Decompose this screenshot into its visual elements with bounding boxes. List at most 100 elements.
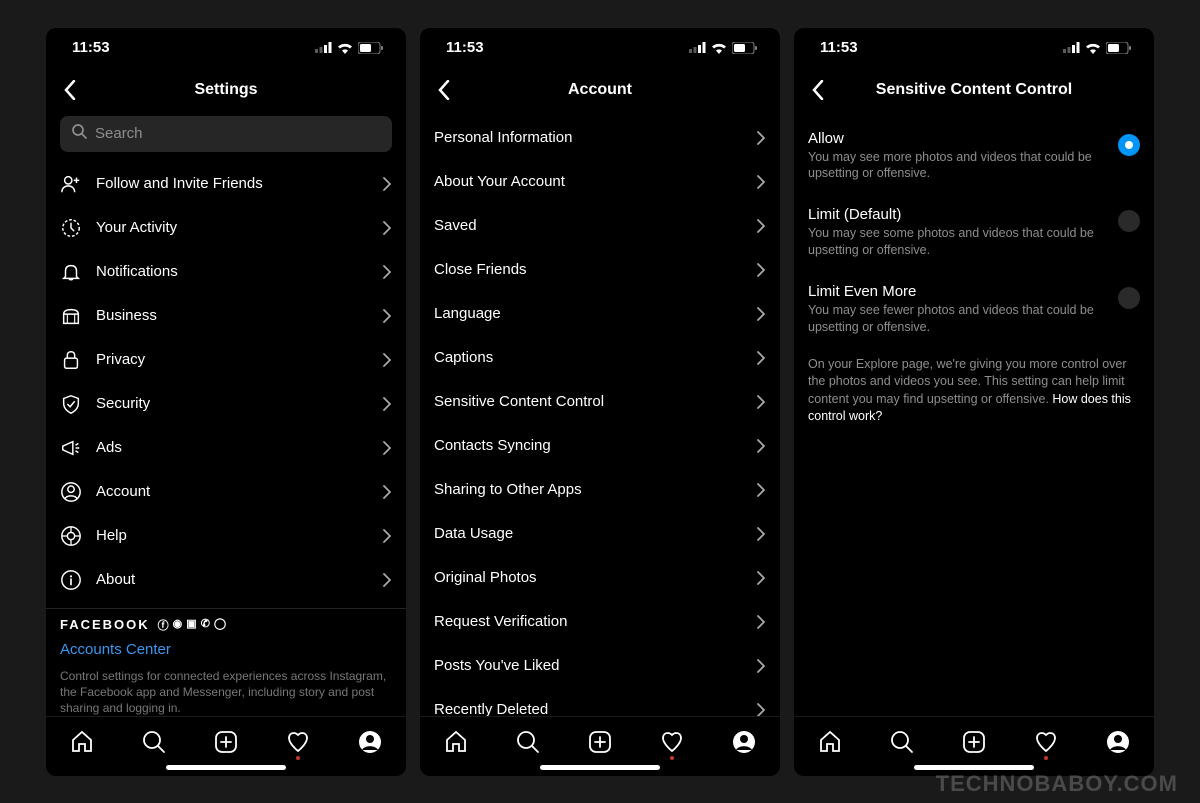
nav-profile[interactable]	[730, 728, 758, 756]
home-indicator[interactable]	[166, 765, 286, 770]
nav-create[interactable]	[586, 728, 614, 756]
option-row[interactable]: Limit Even MoreYou may see fewer photos …	[808, 273, 1140, 350]
account-row[interactable]: About Your Account	[434, 160, 766, 204]
search-field[interactable]	[95, 125, 380, 142]
nav-search[interactable]	[888, 728, 916, 756]
row-label: Your Activity	[96, 219, 368, 236]
settings-row-person[interactable]: Account	[60, 470, 392, 514]
account-row[interactable]: Posts You've Liked	[434, 644, 766, 688]
accounts-center-link[interactable]: Accounts Center	[60, 641, 392, 658]
account-row[interactable]: Language	[434, 292, 766, 336]
radio-button[interactable]	[1118, 134, 1140, 156]
divider	[46, 608, 406, 609]
status-time: 11:53	[446, 39, 484, 56]
settings-row-lock[interactable]: Privacy	[60, 338, 392, 382]
option-row[interactable]: Allow You may see more photos and videos …	[808, 120, 1140, 197]
back-button[interactable]	[58, 78, 82, 102]
account-row[interactable]: Saved	[434, 204, 766, 248]
account-row[interactable]: Close Friends	[434, 248, 766, 292]
facebook-brand-text: FACEBOOK	[60, 617, 150, 632]
chevron-right-icon	[756, 397, 766, 407]
option-desc: You may see more photos and videos that …	[808, 149, 1104, 183]
page-title: Account	[568, 81, 632, 99]
lock-icon	[60, 349, 82, 371]
account-row[interactable]: Request Verification	[434, 600, 766, 644]
sensitive-content: Allow You may see more photos and videos …	[794, 112, 1154, 716]
nav-home[interactable]	[442, 728, 470, 756]
nav-profile[interactable]	[356, 728, 384, 756]
option-row[interactable]: Limit (Default) You may see some photos a…	[808, 196, 1140, 273]
settings-row-megaphone[interactable]: Ads	[60, 426, 392, 470]
chevron-right-icon	[756, 221, 766, 231]
settings-row-info[interactable]: About	[60, 558, 392, 602]
account-row[interactable]: Original Photos	[434, 556, 766, 600]
option-title: Limit (Default)	[808, 206, 1104, 223]
battery-icon	[732, 42, 758, 54]
row-label: Data Usage	[434, 525, 742, 542]
instagram-icon: ▣	[186, 617, 196, 633]
nav-create[interactable]	[960, 728, 988, 756]
settings-row-help[interactable]: Help	[60, 514, 392, 558]
back-button[interactable]	[432, 78, 456, 102]
radio-button[interactable]	[1118, 210, 1140, 232]
search-input[interactable]	[60, 116, 392, 152]
nav-activity[interactable]	[284, 728, 312, 756]
header: Settings	[46, 68, 406, 112]
nav-home[interactable]	[68, 728, 96, 756]
person-icon	[60, 481, 82, 503]
status-bar: 11:53	[794, 28, 1154, 68]
chevron-right-icon	[756, 177, 766, 187]
nav-create[interactable]	[212, 728, 240, 756]
row-label: Saved	[434, 217, 742, 234]
radio-button[interactable]	[1118, 287, 1140, 309]
settings-row-business[interactable]: Business	[60, 294, 392, 338]
settings-row-activity[interactable]: Your Activity	[60, 206, 392, 250]
account-content: Personal InformationAbout Your Account Sa…	[420, 112, 780, 716]
back-button[interactable]	[806, 78, 830, 102]
activity-badge	[670, 756, 674, 760]
account-row[interactable]: Sharing to Other Apps	[434, 468, 766, 512]
home-indicator[interactable]	[914, 765, 1034, 770]
status-icons	[689, 42, 758, 54]
nav-activity[interactable]	[1032, 728, 1060, 756]
row-label: Close Friends	[434, 261, 742, 278]
info-icon	[60, 569, 82, 591]
row-label: Sharing to Other Apps	[434, 481, 742, 498]
option-desc: You may see fewer photos and videos that…	[808, 302, 1104, 336]
nav-home[interactable]	[816, 728, 844, 756]
settings-row-bell[interactable]: Notifications	[60, 250, 392, 294]
account-row[interactable]: Contacts Syncing	[434, 424, 766, 468]
facebook-brand-icons: ⓕ ◉ ▣ ✆ ◯	[158, 617, 227, 633]
row-label: Security	[96, 395, 368, 412]
wifi-icon	[711, 42, 727, 54]
nav-search[interactable]	[140, 728, 168, 756]
nav-search[interactable]	[514, 728, 542, 756]
row-label: Follow and Invite Friends	[96, 175, 368, 192]
status-bar: 11:53	[46, 28, 406, 68]
bell-icon	[60, 261, 82, 283]
account-row[interactable]: Sensitive Content Control	[434, 380, 766, 424]
phone-sensitive-content: 11:53 Sensitive Content Control Allow You…	[794, 28, 1154, 776]
nav-activity[interactable]	[658, 728, 686, 756]
settings-row-shield[interactable]: Security	[60, 382, 392, 426]
activity-icon	[60, 217, 82, 239]
follow-icon	[60, 173, 82, 195]
signal-icon	[315, 42, 332, 53]
status-time: 11:53	[820, 39, 858, 56]
row-label: Posts You've Liked	[434, 657, 742, 674]
activity-badge	[296, 756, 300, 760]
page-title: Sensitive Content Control	[876, 81, 1072, 99]
facebook-description: Control settings for connected experienc…	[60, 668, 392, 716]
account-row[interactable]: Data Usage	[434, 512, 766, 556]
account-row[interactable]: Personal Information	[434, 116, 766, 160]
option-desc: You may see some photos and videos that …	[808, 225, 1104, 259]
account-row[interactable]: Recently Deleted	[434, 688, 766, 716]
phone-account: 11:53 Account Personal InformationAbout …	[420, 28, 780, 776]
account-row[interactable]: Captions	[434, 336, 766, 380]
nav-profile[interactable]	[1104, 728, 1132, 756]
home-indicator[interactable]	[540, 765, 660, 770]
chevron-right-icon	[756, 617, 766, 627]
settings-row-follow[interactable]: Follow and Invite Friends	[60, 162, 392, 206]
shield-icon	[60, 393, 82, 415]
option-title: Allow	[808, 130, 1104, 147]
